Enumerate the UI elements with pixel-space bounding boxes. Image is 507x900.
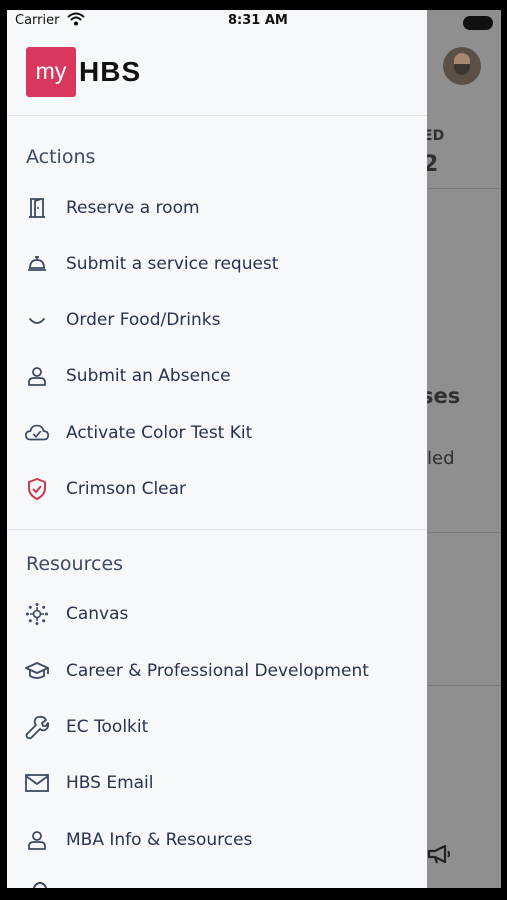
myhbs-logo[interactable]: my HBS <box>26 47 141 97</box>
envelope-icon <box>24 770 50 796</box>
door-icon <box>24 195 50 221</box>
avatar[interactable] <box>443 47 481 85</box>
device-screen: ED 2 ses led Carrier 8:31 AM my HBS Acti… <box>7 10 501 888</box>
service-bell-icon <box>24 251 50 277</box>
canvas-icon <box>24 601 50 627</box>
person-icon <box>24 827 50 853</box>
megaphone-icon[interactable] <box>426 843 452 865</box>
background-divider <box>427 188 501 189</box>
menu-item-reserve-room[interactable]: Reserve a room <box>7 185 427 231</box>
background-partial-text: led <box>427 448 455 469</box>
menu-item-label: MBA Info & Resources <box>66 830 253 850</box>
menu-item-label: Crimson Clear <box>66 479 187 499</box>
menu-item-label: EC Toolkit <box>66 717 149 737</box>
status-bar: Carrier 8:31 AM <box>7 10 501 32</box>
actions-section-title: Actions <box>26 146 96 168</box>
menu-item-canvas[interactable]: Canvas <box>7 591 427 637</box>
menu-item-career-development[interactable]: Career & Professional Development <box>7 648 427 694</box>
logo-my: my <box>26 47 76 97</box>
wrench-icon <box>24 714 50 740</box>
menu-item-label: Submit a service request <box>66 254 279 274</box>
wifi-icon <box>67 12 85 26</box>
smile-icon <box>24 307 50 333</box>
menu-item-label: Order Food/Drinks <box>66 310 221 330</box>
person-icon <box>24 363 50 389</box>
menu-item-label: HBS Email <box>66 773 154 793</box>
logo-hbs: HBS <box>79 56 142 87</box>
menu-item-submit-absence[interactable]: Submit an Absence <box>7 353 427 399</box>
menu-item-label: Career & Professional Development <box>66 661 369 681</box>
status-time: 8:31 AM <box>228 13 288 28</box>
menu-item-ec-toolkit[interactable]: EC Toolkit <box>7 704 427 750</box>
divider <box>7 115 427 116</box>
graduation-cap-icon <box>24 658 50 684</box>
menu-item-color-test-kit[interactable]: Activate Color Test Kit <box>7 410 427 456</box>
navigation-drawer: my HBS Actions Reserve a room Submit a s… <box>7 10 427 888</box>
carrier-label: Carrier <box>15 13 60 28</box>
menu-item-label: Canvas <box>66 604 129 624</box>
divider <box>7 529 427 530</box>
menu-item-service-request[interactable]: Submit a service request <box>7 241 427 287</box>
background-divider <box>427 532 501 533</box>
menu-item-label: Reserve a room <box>66 198 200 218</box>
menu-item-label: Activate Color Test Kit <box>66 423 253 443</box>
next-item-icon <box>33 882 47 888</box>
menu-item-mba-info[interactable]: MBA Info & Resources <box>7 817 427 863</box>
menu-item-hbs-email[interactable]: HBS Email <box>7 760 427 806</box>
menu-item-crimson-clear[interactable]: Crimson Clear <box>7 466 427 512</box>
menu-item-label: Submit an Absence <box>66 366 231 386</box>
shield-check-icon <box>24 476 50 502</box>
cloud-check-icon <box>24 420 50 446</box>
menu-item-order-food[interactable]: Order Food/Drinks <box>7 297 427 343</box>
background-divider <box>427 685 501 686</box>
resources-section-title: Resources <box>26 553 124 575</box>
